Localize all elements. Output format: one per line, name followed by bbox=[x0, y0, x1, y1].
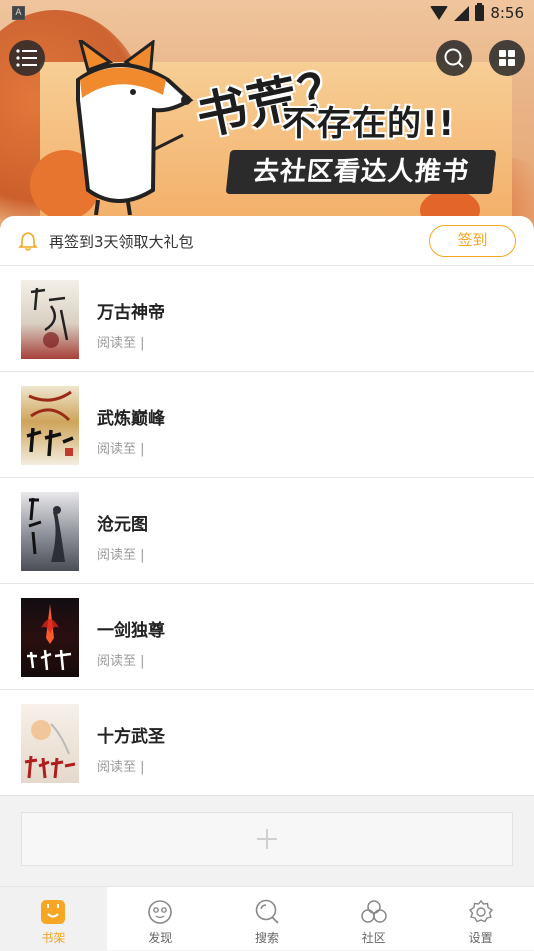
nav-tab-settings[interactable]: 设置 bbox=[427, 887, 534, 951]
book-title: 武炼巅峰 bbox=[97, 409, 165, 429]
plus-icon bbox=[257, 829, 277, 849]
sign-in-button[interactable]: 签到 bbox=[429, 225, 516, 257]
wifi-icon bbox=[430, 6, 449, 20]
banner-cta[interactable]: 去社区看达人推书 bbox=[225, 150, 497, 194]
community-icon bbox=[361, 900, 387, 923]
banner[interactable]: 书荒？ 不存在的!! 去社区看达人推书 A 8:56 bbox=[0, 0, 534, 240]
nav-tab-search[interactable]: 搜索 bbox=[214, 887, 321, 951]
search-icon bbox=[255, 899, 279, 924]
bell-icon bbox=[18, 232, 38, 251]
search-button[interactable] bbox=[436, 40, 472, 76]
book-title: 十方武圣 bbox=[97, 727, 165, 747]
bookshelf-icon bbox=[41, 900, 66, 924]
fox-mascot-illustration bbox=[76, 40, 194, 215]
signal-icon bbox=[454, 5, 470, 21]
settings-icon bbox=[468, 899, 493, 923]
add-book-button[interactable] bbox=[21, 812, 513, 866]
nav-tab-community[interactable]: 社区 bbox=[320, 887, 427, 951]
book-progress: 阅读至 | bbox=[97, 654, 145, 669]
book-item[interactable]: 沧元图 阅读至 | bbox=[0, 478, 534, 584]
book-progress: 阅读至 | bbox=[97, 760, 145, 775]
nav-label: 设置 bbox=[468, 931, 493, 945]
menu-icon bbox=[16, 49, 37, 67]
nav-tab-bookshelf[interactable]: 书架 bbox=[0, 887, 107, 951]
nav-label: 搜索 bbox=[254, 931, 279, 945]
battery-icon bbox=[475, 3, 485, 21]
nav-label: 发现 bbox=[148, 931, 173, 945]
book-item[interactable]: 万古神帝 阅读至 | bbox=[0, 266, 534, 372]
book-cover bbox=[21, 386, 79, 465]
bottom-nav: 书架 发现 搜索 社区 设置 bbox=[0, 886, 534, 951]
status-badge: A bbox=[12, 6, 25, 20]
status-time: 8:56 bbox=[490, 4, 524, 22]
book-item[interactable]: 一剑独尊 阅读至 | bbox=[0, 584, 534, 690]
book-title: 万古神帝 bbox=[97, 303, 165, 323]
book-item[interactable]: 十方武圣 阅读至 | bbox=[0, 690, 534, 796]
book-title: 一剑独尊 bbox=[97, 621, 165, 641]
status-bar: A 8:56 bbox=[0, 0, 534, 28]
book-cover bbox=[21, 598, 79, 677]
book-cover bbox=[21, 280, 79, 359]
book-progress: 阅读至 | bbox=[97, 442, 145, 457]
book-cover bbox=[21, 492, 79, 571]
discover-icon bbox=[148, 900, 172, 924]
book-progress: 阅读至 | bbox=[97, 336, 145, 351]
grid-icon bbox=[499, 50, 515, 66]
banner-subline: 不存在的!! bbox=[282, 104, 456, 144]
sign-in-text: 再签到3天领取大礼包 bbox=[49, 233, 194, 251]
nav-tab-discover[interactable]: 发现 bbox=[107, 887, 214, 951]
sign-in-row: 再签到3天领取大礼包 签到 bbox=[0, 216, 534, 266]
grid-button[interactable] bbox=[489, 40, 525, 76]
menu-button[interactable] bbox=[9, 40, 45, 76]
nav-label: 书架 bbox=[41, 931, 66, 945]
book-progress: 阅读至 | bbox=[97, 548, 145, 563]
search-icon bbox=[444, 48, 464, 68]
book-title: 沧元图 bbox=[97, 515, 148, 535]
book-item[interactable]: 武炼巅峰 阅读至 | bbox=[0, 372, 534, 478]
nav-label: 社区 bbox=[361, 931, 386, 945]
book-cover bbox=[21, 704, 79, 783]
